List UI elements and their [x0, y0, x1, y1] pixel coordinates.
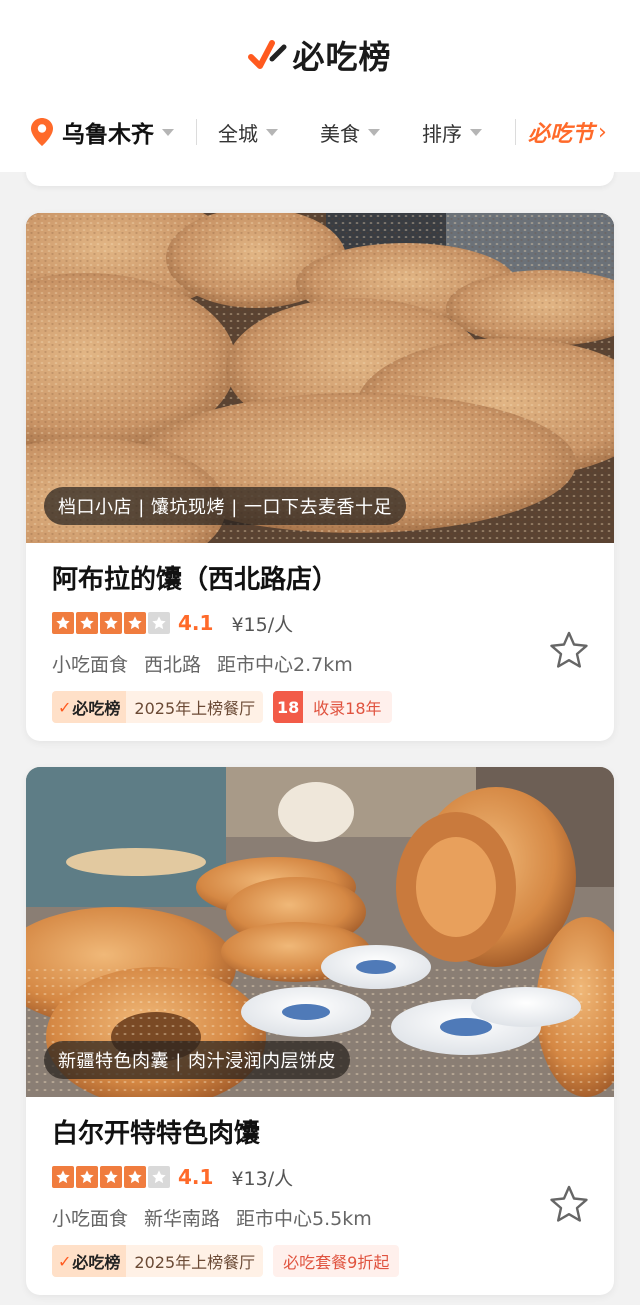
- star-outline-icon[interactable]: [548, 1183, 590, 1225]
- badge-text: 2025年上榜餐厅: [134, 699, 256, 718]
- filter-category[interactable]: 美食: [299, 112, 401, 152]
- restaurant-card[interactable]: 档口小店 | 馕坑现烤 | 一口下去麦香十足 阿布拉的馕（西北路店） 4.1 ¥…: [26, 213, 614, 741]
- top-header: 必吃榜 乌鲁木齐 全城 美食 排序 必吃节 ›: [0, 0, 640, 172]
- badge-logo-text: 必吃榜: [72, 1253, 121, 1272]
- city-selector[interactable]: 乌鲁木齐: [0, 112, 196, 152]
- star-outline-icon[interactable]: [548, 629, 590, 671]
- restaurant-photo[interactable]: 档口小店 | 馕坑现烤 | 一口下去麦香十足: [26, 213, 614, 543]
- restaurant-photo[interactable]: 新疆特色肉囊 | 肉汁浸润内层饼皮: [26, 767, 614, 1097]
- category-label: 小吃面食: [52, 1208, 129, 1230]
- filter-sort-label: 排序: [422, 121, 462, 146]
- app-logo: 必吃榜: [0, 30, 640, 80]
- star-full-icon: [124, 612, 146, 634]
- check-mark-icon: ✓: [58, 697, 72, 717]
- rating-stars: [52, 1166, 170, 1188]
- badge-text: 2025年上榜餐厅: [134, 1253, 256, 1272]
- rating-row: 4.1 ¥15/人: [52, 610, 588, 636]
- badge-row: ✓ 必吃榜 2025年上榜餐厅 必吃套餐9折起: [52, 1245, 588, 1277]
- star-empty-icon: [148, 1166, 170, 1188]
- rating-stars: [52, 612, 170, 634]
- star-full-icon: [100, 1166, 122, 1188]
- promo-badge[interactable]: 必吃套餐9折起: [273, 1245, 400, 1277]
- location-pin-icon: [31, 118, 53, 146]
- years-badge[interactable]: 18 收录18年: [273, 691, 392, 723]
- filter-category-label: 美食: [320, 121, 360, 146]
- caret-down-icon: [162, 128, 174, 136]
- restaurant-name[interactable]: 阿布拉的馕（西北路店）: [52, 559, 588, 596]
- filter-area-label: 全城: [218, 121, 258, 146]
- restaurant-card[interactable]: 新疆特色肉囊 | 肉汁浸润内层饼皮 白尔开特特色肉馕 4.1 ¥13/人 小吃面…: [26, 767, 614, 1295]
- logo-check-icon: [248, 40, 287, 69]
- years-text: 收录18年: [313, 699, 382, 718]
- restaurant-info: 阿布拉的馕（西北路店） 4.1 ¥15/人 小吃面食 西北路 距市中心2.7km…: [26, 543, 614, 741]
- photo-tag: 档口小店 | 馕坑现烤 | 一口下去麦香十足: [44, 487, 407, 525]
- caret-down-icon: [470, 128, 482, 136]
- category-label: 小吃面食: [52, 654, 129, 676]
- star-full-icon: [100, 612, 122, 634]
- star-empty-icon: [148, 612, 170, 634]
- festival-link[interactable]: 必吃节 ›: [515, 119, 607, 147]
- filter-bar: 乌鲁木齐 全城 美食 排序 必吃节 ›: [0, 102, 640, 162]
- distance-label: 距市中心5.5km: [236, 1208, 372, 1230]
- filter-sort[interactable]: 排序: [401, 112, 503, 152]
- area-label: 西北路: [144, 654, 202, 676]
- star-full-icon: [76, 612, 98, 634]
- rating-score: 4.1: [178, 1165, 214, 1189]
- star-full-icon: [76, 1166, 98, 1188]
- restaurant-name[interactable]: 白尔开特特色肉馕: [52, 1113, 588, 1150]
- meta-row: 小吃面食 新华南路 距市中心5.5km: [52, 1204, 588, 1231]
- badge-row: ✓ 必吃榜 2025年上榜餐厅 18 收录18年: [52, 691, 588, 723]
- filter-area[interactable]: 全城: [197, 112, 299, 152]
- rating-score: 4.1: [178, 611, 214, 635]
- caret-down-icon: [368, 128, 380, 136]
- must-eat-badge[interactable]: ✓ 必吃榜 2025年上榜餐厅: [52, 691, 264, 723]
- caret-down-icon: [266, 128, 278, 136]
- price-per-person: ¥13/人: [231, 1167, 294, 1190]
- distance-label: 距市中心2.7km: [217, 654, 353, 676]
- meta-row: 小吃面食 西北路 距市中心2.7km: [52, 650, 588, 677]
- star-full-icon: [52, 612, 74, 634]
- festival-label: 必吃节: [528, 122, 595, 147]
- must-eat-badge[interactable]: ✓ 必吃榜 2025年上榜餐厅: [52, 1245, 264, 1277]
- must-eat-badge-logo: ✓ 必吃榜: [52, 691, 127, 723]
- years-count: 18: [273, 691, 304, 723]
- city-label: 乌鲁木齐: [62, 122, 154, 148]
- restaurant-info: 白尔开特特色肉馕 4.1 ¥13/人 小吃面食 新华南路 距市中心5.5km ✓…: [26, 1097, 614, 1295]
- star-full-icon: [124, 1166, 146, 1188]
- rating-row: 4.1 ¥13/人: [52, 1164, 588, 1190]
- photo-tag: 新疆特色肉囊 | 肉汁浸润内层饼皮: [44, 1041, 351, 1079]
- must-eat-badge-logo: ✓ 必吃榜: [52, 1245, 127, 1277]
- chevron-right-icon: ›: [598, 119, 607, 145]
- app-title: 必吃榜: [292, 38, 392, 76]
- area-label: 新华南路: [144, 1208, 221, 1230]
- badge-logo-text: 必吃榜: [72, 699, 121, 718]
- star-full-icon: [52, 1166, 74, 1188]
- check-mark-icon: ✓: [58, 1251, 72, 1271]
- price-per-person: ¥15/人: [231, 613, 294, 636]
